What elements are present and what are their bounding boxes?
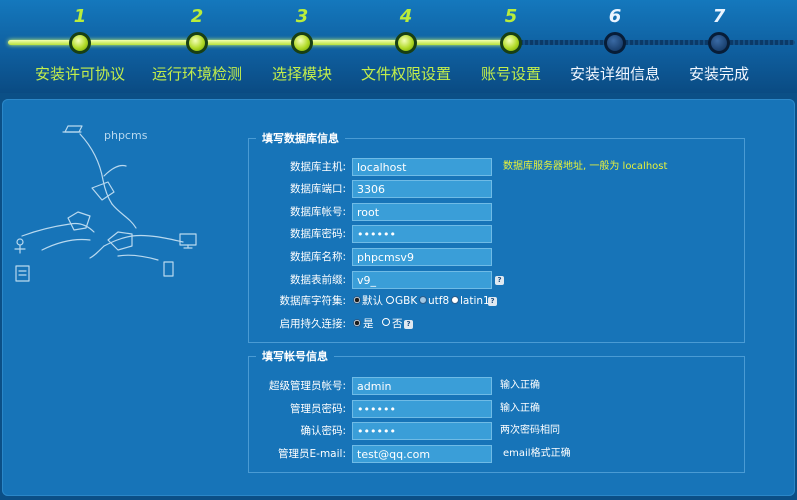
step-number: 5 bbox=[504, 6, 518, 27]
admin-email-label: 管理员E-mail: bbox=[278, 448, 346, 460]
db-password-input[interactable] bbox=[352, 225, 492, 243]
charset-option-label: 默认 bbox=[362, 295, 383, 307]
step-pending-dot-icon bbox=[708, 32, 730, 54]
admin-email-hint: email格式正确 bbox=[503, 448, 571, 459]
database-section-title: 填写数据库信息 bbox=[262, 132, 339, 145]
db-host-hint: 数据库服务器地址, 一般为 localhost bbox=[503, 161, 668, 172]
db-port-label: 数据库端口: bbox=[289, 183, 346, 195]
progress-track-remaining bbox=[515, 40, 795, 45]
admin-section-title: 填写帐号信息 bbox=[262, 350, 328, 363]
help-icon[interactable]: ? bbox=[404, 320, 413, 329]
charset-utf8-radio[interactable] bbox=[419, 296, 427, 304]
pconnect-no-radio[interactable] bbox=[382, 318, 390, 326]
step-label: 安装许可协议 bbox=[34, 65, 125, 83]
db-user-label: 数据库帐号: bbox=[289, 206, 346, 218]
db-user-input[interactable] bbox=[352, 203, 492, 221]
charset-latin1-radio[interactable] bbox=[451, 296, 459, 304]
admin-confirm-hint: 两次密码相同 bbox=[500, 425, 560, 436]
step-label: 运行环境检测 bbox=[151, 65, 242, 83]
step-label: 安装完成 bbox=[688, 65, 749, 83]
network-hands-illustration: phpcms bbox=[14, 125, 197, 282]
admin-username-label: 超级管理员帐号: bbox=[268, 380, 346, 392]
admin-password-input[interactable] bbox=[352, 400, 492, 418]
charset-option-label: GBK bbox=[395, 295, 418, 307]
admin-email-input[interactable] bbox=[352, 445, 492, 463]
db-port-input[interactable] bbox=[352, 180, 492, 198]
charset-default-radio[interactable] bbox=[353, 296, 361, 304]
step-label: 账号设置 bbox=[480, 65, 541, 83]
db-prefix-label: 数据表前缀: bbox=[289, 274, 346, 286]
db-name-input[interactable] bbox=[352, 248, 492, 266]
db-charset-label: 数据库字符集: bbox=[279, 295, 346, 307]
db-host-input[interactable] bbox=[352, 158, 492, 176]
admin-confirm-input[interactable] bbox=[352, 422, 492, 440]
db-pconnect-label: 启用持久连接: bbox=[279, 318, 346, 330]
install-progress-bar: 1 安装许可协议 2 运行环境检测 3 选择模块 4 文件权限设置 5 账号设置… bbox=[0, 0, 797, 93]
charset-option-label: utf8 bbox=[428, 295, 450, 307]
step-complete-dot-icon bbox=[395, 32, 417, 54]
step-complete-dot-icon bbox=[291, 32, 313, 54]
step-label: 选择模块 bbox=[271, 65, 332, 83]
db-prefix-input[interactable] bbox=[352, 271, 492, 289]
help-icon[interactable]: ? bbox=[488, 297, 497, 306]
admin-password-hint: 输入正确 bbox=[500, 403, 540, 414]
step-pending-dot-icon bbox=[604, 32, 626, 54]
db-host-label: 数据库主机: bbox=[289, 161, 346, 173]
admin-password-label: 管理员密码: bbox=[289, 403, 346, 415]
step-number: 4 bbox=[399, 6, 413, 27]
brand-label: phpcms bbox=[104, 129, 148, 142]
help-icon[interactable]: ? bbox=[495, 276, 504, 285]
charset-gbk-radio[interactable] bbox=[386, 296, 394, 304]
pconnect-option-label: 否 bbox=[392, 318, 403, 330]
step-number: 1 bbox=[73, 6, 87, 27]
admin-username-hint: 输入正确 bbox=[500, 380, 540, 391]
pconnect-yes-radio[interactable] bbox=[353, 319, 361, 327]
step-number: 7 bbox=[712, 6, 726, 27]
step-complete-dot-icon bbox=[69, 32, 91, 54]
step-complete-dot-icon bbox=[186, 32, 208, 54]
admin-username-input[interactable] bbox=[352, 377, 492, 395]
step-number: 6 bbox=[608, 6, 622, 27]
db-name-label: 数据库名称: bbox=[289, 251, 346, 263]
admin-confirm-label: 确认密码: bbox=[300, 425, 346, 437]
step-complete-dot-icon bbox=[500, 32, 522, 54]
step-label: 文件权限设置 bbox=[360, 65, 451, 83]
charset-option-label: latin1 bbox=[460, 295, 490, 307]
pconnect-option-label: 是 bbox=[363, 318, 374, 330]
step-number: 3 bbox=[295, 6, 309, 27]
db-password-label: 数据库密码: bbox=[289, 228, 346, 240]
step-label: 安装详细信息 bbox=[569, 65, 660, 83]
step-number: 2 bbox=[190, 6, 204, 27]
